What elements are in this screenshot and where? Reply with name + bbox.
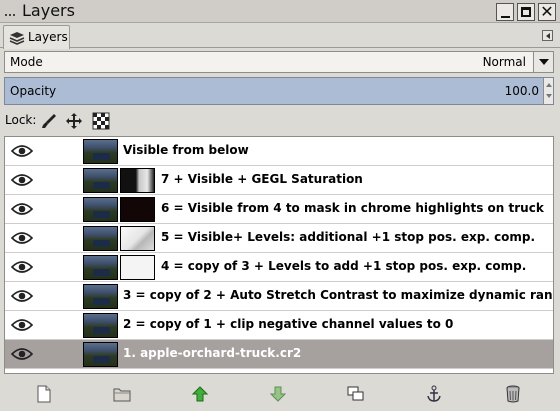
tab-menu-button[interactable]	[542, 30, 553, 41]
layer-row[interactable]: 5 = Visible+ Levels: additional +1 stop …	[5, 224, 553, 253]
eye-icon[interactable]	[10, 346, 34, 362]
layer-name[interactable]: 2 = copy of 1 + clip negative channel va…	[123, 317, 453, 331]
window-title: Layers	[22, 1, 75, 20]
layer-name[interactable]: 1. apple-orchard-truck.cr2	[123, 346, 301, 360]
eye-icon[interactable]	[10, 201, 34, 217]
layer-row[interactable]: Visible from below	[5, 137, 553, 166]
layer-thumbnail[interactable]	[83, 168, 118, 193]
layer-thumbnail[interactable]	[83, 255, 118, 280]
opacity-label: Opacity	[10, 84, 57, 98]
eye-icon[interactable]	[10, 317, 34, 333]
layer-row[interactable]: 2 = copy of 1 + clip negative channel va…	[5, 311, 553, 340]
spin-down-icon[interactable]	[546, 94, 552, 98]
layer-thumbnail[interactable]	[83, 313, 118, 338]
layer-mask-thumbnail[interactable]	[120, 226, 155, 251]
duplicate-layer-button[interactable]	[346, 384, 366, 404]
spin-up-icon[interactable]	[546, 83, 552, 87]
layers-icon	[9, 32, 25, 45]
new-layer-button[interactable]	[34, 384, 54, 404]
dock-tab-strip: Layers	[0, 23, 560, 49]
tab-label: Layers	[28, 30, 68, 44]
minimize-icon	[500, 15, 510, 18]
layer-name[interactable]: 3 = copy of 2 + Auto Stretch Contrast to…	[123, 288, 553, 302]
eye-icon[interactable]	[10, 230, 34, 246]
mode-label: Mode	[10, 55, 43, 69]
delete-layer-icon	[506, 385, 520, 403]
opacity-slider[interactable]: Opacity 100.0	[4, 77, 554, 105]
new-group-icon	[113, 388, 131, 402]
tab-menu-icon	[545, 32, 550, 39]
close-icon: ✕	[540, 2, 554, 21]
mode-dropdown-button[interactable]	[533, 52, 553, 72]
tab-layers[interactable]: Layers	[3, 25, 70, 49]
eye-icon[interactable]	[10, 143, 34, 159]
duplicate-layer-icon	[347, 386, 364, 401]
lock-label: Lock:	[5, 113, 37, 127]
minimize-button[interactable]	[496, 3, 514, 21]
eye-icon[interactable]	[10, 172, 34, 188]
chevron-down-icon	[538, 59, 549, 65]
layer-thumbnail[interactable]	[83, 197, 118, 222]
new-layer-icon	[37, 385, 51, 403]
lock-position-icon[interactable]	[65, 112, 83, 130]
layers-toolbar	[0, 377, 560, 411]
layer-thumbnail[interactable]	[83, 139, 118, 164]
anchor-layer-button[interactable]	[424, 384, 444, 404]
lower-layer-icon	[270, 386, 286, 402]
maximize-icon	[521, 7, 531, 17]
layer-name[interactable]: 6 = Visible from 4 to mask in chrome hig…	[161, 201, 544, 215]
raise-layer-icon	[192, 386, 208, 402]
mode-select[interactable]: Mode Normal	[4, 51, 554, 73]
title-bar[interactable]: Layers ✕	[0, 0, 560, 23]
lock-row: Lock:	[0, 109, 560, 133]
delete-layer-button[interactable]	[503, 384, 523, 404]
layer-mask-thumbnail[interactable]	[120, 255, 155, 280]
eye-icon[interactable]	[10, 259, 34, 275]
layer-row[interactable]: 3 = copy of 2 + Auto Stretch Contrast to…	[5, 282, 553, 311]
layer-mask-thumbnail[interactable]	[120, 168, 155, 193]
raise-layer-button[interactable]	[190, 384, 210, 404]
layer-thumbnail[interactable]	[83, 342, 118, 367]
layer-row[interactable]: 1. apple-orchard-truck.cr2	[5, 340, 553, 369]
opacity-spinner[interactable]	[543, 78, 553, 104]
layer-row[interactable]: 4 = copy of 3 + Levels to add +1 stop po…	[5, 253, 553, 282]
mode-value: Normal	[482, 55, 526, 69]
layer-thumbnail[interactable]	[83, 226, 118, 251]
layers-list[interactable]: Visible from below 7 + Visible + GEGL Sat…	[4, 136, 554, 374]
close-button[interactable]: ✕	[538, 3, 556, 21]
lower-layer-button[interactable]	[268, 384, 288, 404]
lock-alpha-icon[interactable]	[92, 112, 110, 130]
layer-mask-thumbnail[interactable]	[120, 197, 155, 222]
layer-name[interactable]: 7 + Visible + GEGL Saturation	[161, 172, 363, 186]
layer-row[interactable]: 6 = Visible from 4 to mask in chrome hig…	[5, 195, 553, 224]
layer-row[interactable]: 7 + Visible + GEGL Saturation	[5, 166, 553, 195]
maximize-button[interactable]	[517, 3, 535, 21]
lock-pixels-icon[interactable]	[40, 112, 58, 130]
new-layer-group-button[interactable]	[112, 384, 132, 404]
window-grip-icon	[5, 14, 19, 18]
eye-icon[interactable]	[10, 288, 34, 304]
layer-name[interactable]: Visible from below	[123, 143, 249, 157]
layer-name[interactable]: 4 = copy of 3 + Levels to add +1 stop po…	[161, 259, 526, 273]
layer-thumbnail[interactable]	[83, 284, 118, 309]
opacity-value: 100.0	[504, 84, 539, 98]
layer-name[interactable]: 5 = Visible+ Levels: additional +1 stop …	[161, 230, 535, 244]
anchor-layer-icon	[427, 385, 441, 402]
